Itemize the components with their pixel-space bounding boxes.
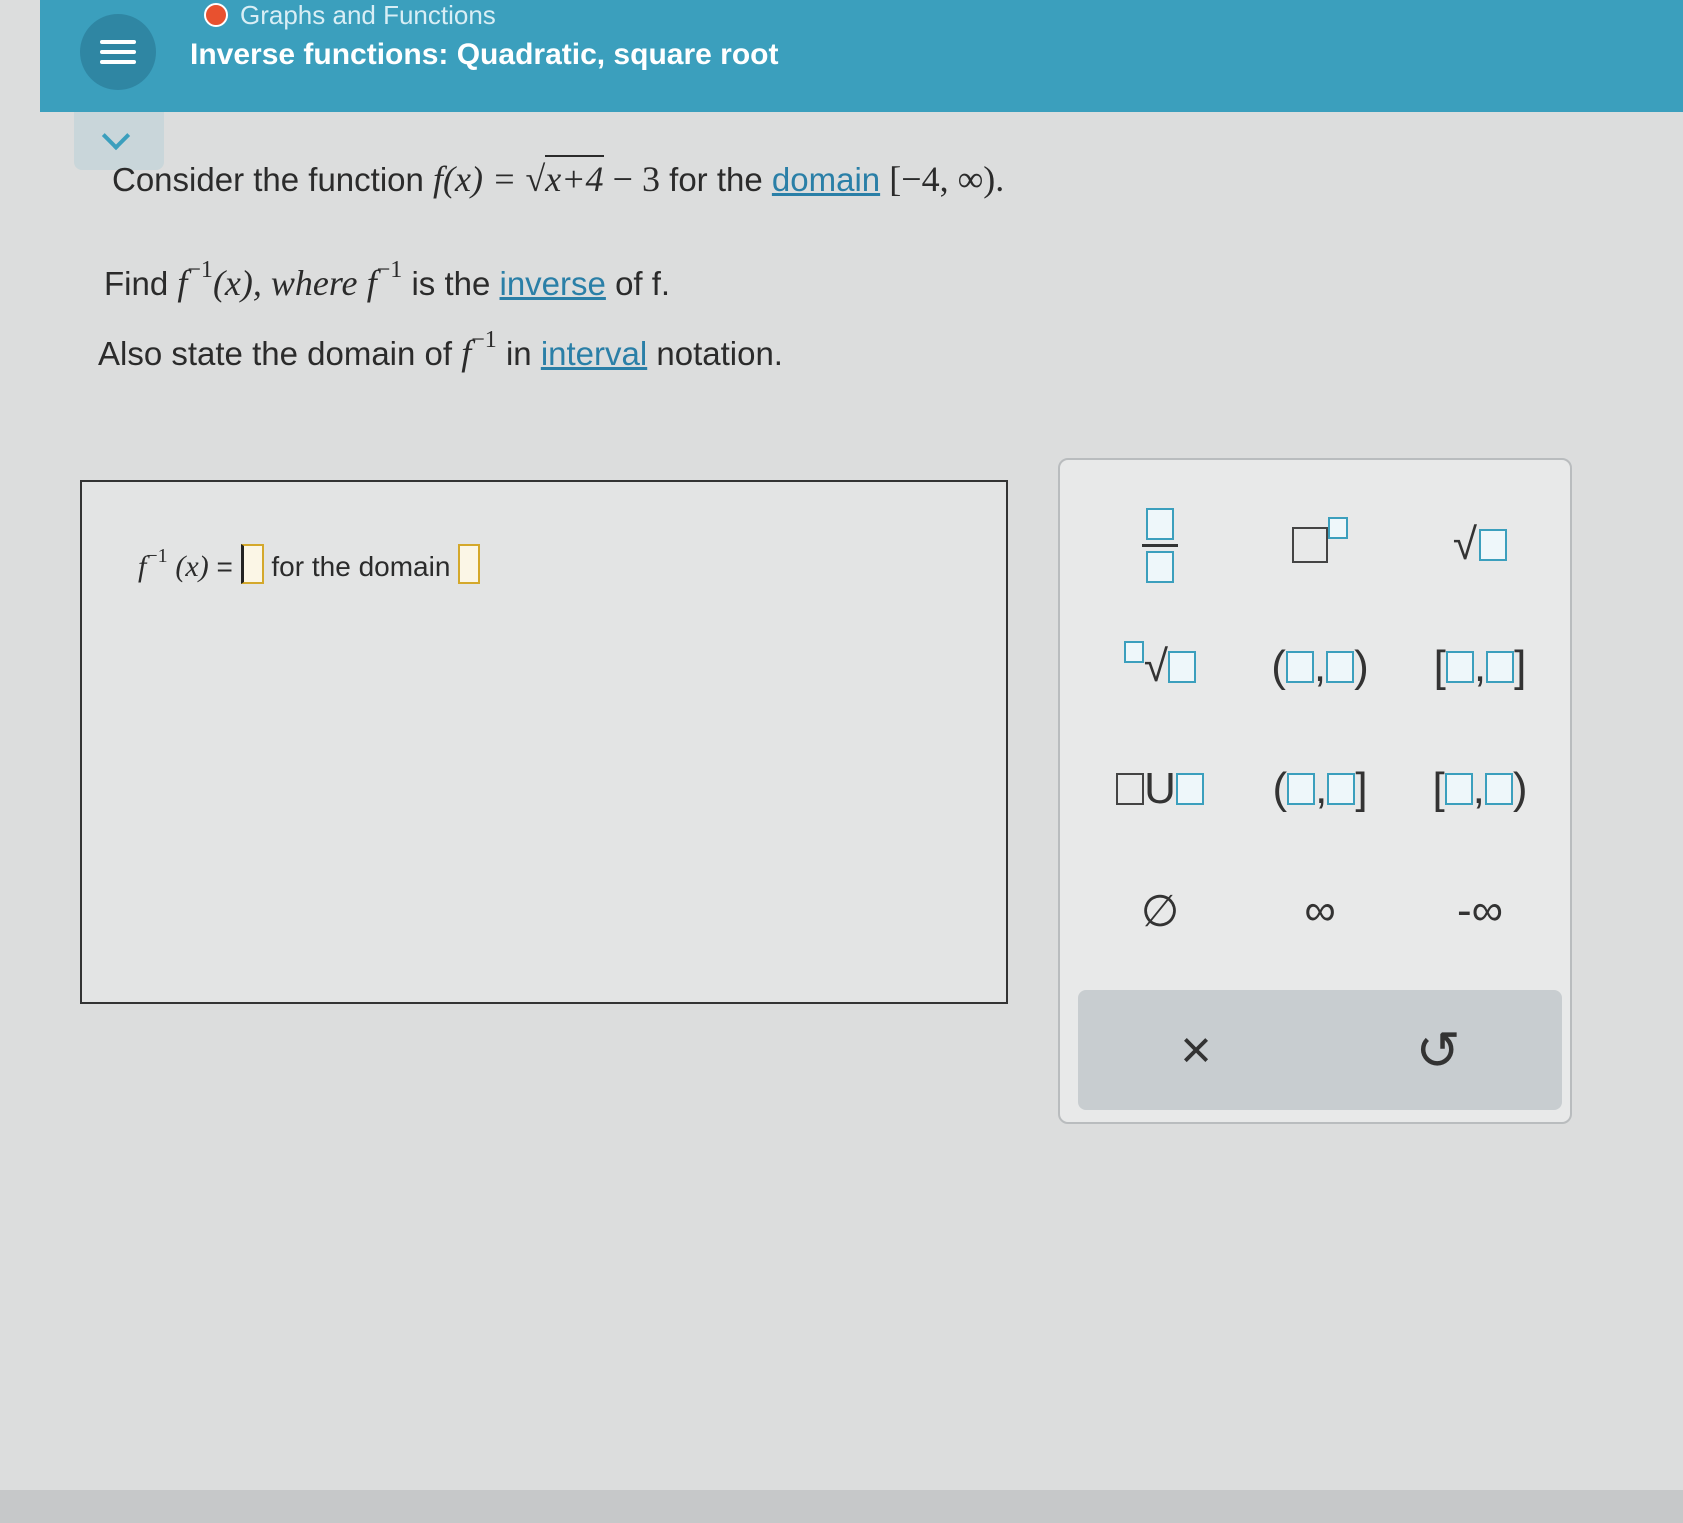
sqrt-symbol: √	[525, 159, 546, 199]
status-dot-icon	[204, 3, 228, 27]
undo-icon: ↺	[1415, 1020, 1461, 1081]
undo-button[interactable]: ↺	[1378, 1010, 1498, 1090]
exponent-button[interactable]	[1250, 500, 1390, 590]
answer-line: f−1 (x) = for the domain	[138, 544, 481, 584]
infinity-icon: ∞	[1304, 886, 1336, 935]
close-icon: ×	[1180, 1020, 1212, 1080]
empty-set-button[interactable]: ∅	[1090, 866, 1230, 956]
answer-box: f−1 (x) = for the domain	[80, 480, 1008, 1004]
empty-set-icon: ∅	[1140, 886, 1180, 936]
fraction-numerator-box	[1146, 507, 1174, 540]
question-line-2: Find f−1(x), where f−1 is the inverse of…	[104, 257, 671, 303]
domain-input-slot[interactable]	[458, 544, 481, 584]
interval-link[interactable]: interval	[541, 335, 647, 372]
page-title: Inverse functions: Quadratic, square roo…	[190, 38, 779, 71]
closed-open-interval-button[interactable]: [,)	[1410, 744, 1550, 834]
hamburger-menu-icon[interactable]	[80, 14, 156, 90]
question-line-1: Consider the function f(x) = √x+4 − 3 fo…	[112, 155, 1004, 200]
negative-infinity-icon: -∞	[1456, 886, 1504, 935]
math-palette: √ √ (,) [,] U (,] [,) ∅ ∞ -∞ × ↺	[1058, 458, 1572, 1124]
inverse-input-slot[interactable]	[240, 544, 264, 584]
nth-root-button[interactable]: √	[1090, 622, 1230, 712]
negative-infinity-button[interactable]: -∞	[1410, 866, 1550, 956]
fraction-button[interactable]	[1090, 500, 1230, 590]
infinity-button[interactable]: ∞	[1250, 866, 1390, 956]
domain-link[interactable]: domain	[772, 161, 880, 198]
palette-action-bar: × ↺	[1078, 990, 1562, 1110]
clear-button[interactable]: ×	[1136, 1010, 1256, 1090]
bottom-strip	[0, 1490, 1683, 1523]
chevron-down-icon	[101, 121, 131, 151]
open-open-interval-button[interactable]: (,)	[1250, 622, 1390, 712]
square-root-button[interactable]: √	[1410, 500, 1550, 590]
breadcrumb-label: Graphs and Functions	[240, 0, 496, 30]
union-button[interactable]: U	[1090, 744, 1230, 834]
open-closed-interval-button[interactable]: (,]	[1250, 744, 1390, 834]
breadcrumb[interactable]: Graphs and Functions	[204, 0, 496, 30]
inverse-link[interactable]: inverse	[500, 265, 606, 302]
question-line-3: Also state the domain of f−1 in interval…	[98, 327, 783, 373]
fraction-denominator-box	[1146, 550, 1174, 583]
closed-closed-interval-button[interactable]: [,]	[1410, 622, 1550, 712]
